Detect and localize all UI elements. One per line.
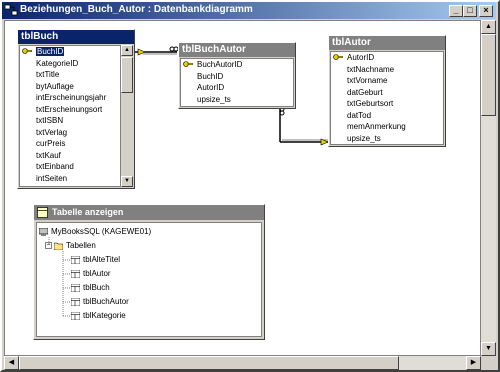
field-row[interactable]: datTod (331, 110, 443, 122)
horizontal-scrollbar[interactable]: ◀ ▶ (4, 356, 481, 370)
window-title: Beziehungen_Buch_Autor : Datenbankdiagra… (20, 4, 253, 15)
maximize-button[interactable]: □ (463, 5, 477, 17)
field-name: upsize_ts (197, 94, 231, 104)
scroll-up-icon[interactable]: ▲ (481, 20, 496, 34)
field-row[interactable]: txtTitle (20, 69, 120, 81)
field-name: memAnmerkung (347, 122, 406, 131)
field-name: BuchID (36, 47, 65, 56)
field-row[interactable]: txtISBN (20, 115, 120, 127)
field-name: datGeburt (347, 87, 383, 97)
field-row[interactable]: BuchID (181, 71, 293, 83)
field-row[interactable]: txtNachname (331, 64, 443, 76)
field-row[interactable]: bytAuflage (20, 81, 120, 93)
horizontal-scroll-thumb[interactable] (19, 356, 399, 370)
diagram-icon (5, 4, 18, 16)
table-tree: MyBooksSQL (KAGEWE01) − Tabellen tblAlteT… (36, 222, 262, 337)
field-name: bytAuflage (36, 81, 74, 91)
field-row[interactable]: memAnmerkung (331, 121, 443, 133)
field-row[interactable]: txtErscheinungsort (20, 104, 120, 116)
show-table-titlebar[interactable]: Tabelle anzeigen (34, 205, 264, 220)
window-titlebar[interactable]: Beziehungen_Buch_Autor : Datenbankdiagra… (2, 2, 496, 19)
field-name: txtVerlag (36, 127, 68, 137)
infinity-icon (169, 46, 175, 52)
scroll-left-icon[interactable]: ◀ (4, 356, 19, 370)
close-button[interactable]: × (479, 5, 493, 17)
field-row[interactable]: KategorieID (20, 58, 120, 70)
field-list-tblautor: AutorID txtNachname txtVorname datGeburt… (330, 51, 444, 145)
field-name: BuchID (197, 71, 224, 81)
field-list-scrollbar[interactable]: ▲ ▼ (121, 45, 133, 187)
field-name: intErscheinungsjahr (36, 93, 107, 102)
field-row[interactable]: txtGeburtsort (331, 98, 443, 110)
field-name: txtTitle (36, 70, 60, 79)
field-row[interactable]: BuchID (20, 46, 120, 58)
field-name: txtEinband (36, 162, 74, 171)
field-name: curPreis (36, 139, 66, 148)
field-row[interactable]: BuchAutorID (181, 59, 293, 71)
maximize-icon: □ (467, 5, 473, 15)
field-row[interactable]: upsize_ts (331, 133, 443, 145)
field-name: txtISBN (36, 116, 64, 125)
vertical-scrollbar[interactable]: ▲ ▼ (481, 20, 496, 356)
table-tblbuchautor[interactable]: tblBuchAutor BuchAutorID BuchID AutorID … (178, 42, 296, 109)
show-table-window[interactable]: Tabelle anzeigen MyBooksSQL (KAGEWE01) −… (33, 204, 265, 340)
field-row[interactable]: txtVorname (331, 75, 443, 87)
table-add-icon (37, 207, 48, 218)
field-row[interactable]: intErscheinungsjahr (20, 92, 120, 104)
field-name: txtGeburtsort (347, 99, 394, 108)
scrollbar-thumb[interactable] (121, 57, 133, 93)
show-table-title: Tabelle anzeigen (52, 207, 124, 217)
table-title-tblautor[interactable]: tblAutor (329, 36, 445, 50)
minimize-icon: _ (453, 5, 459, 15)
tree-lines (48, 237, 70, 317)
field-row[interactable]: datGeburt (331, 87, 443, 99)
table-title-tblbuch[interactable]: tblBuch (18, 30, 134, 44)
field-name: datTod (347, 110, 372, 120)
table-tblautor[interactable]: tblAutor AutorID txtNachname txtVorname … (328, 35, 446, 147)
field-name: txtVorname (347, 76, 388, 85)
field-name: AutorID (347, 53, 375, 62)
scroll-right-icon[interactable]: ▶ (466, 356, 481, 370)
field-name: txtNachname (347, 64, 395, 74)
scroll-up-icon[interactable]: ▲ (121, 45, 133, 56)
primary-key-icon (22, 48, 32, 54)
field-row[interactable]: txtEinband (20, 161, 120, 173)
field-list-tblbuch: BuchID KategorieID txtTitle bytAuflage i… (19, 45, 121, 187)
field-row[interactable]: txtVerlag (20, 127, 120, 139)
field-name: txtKauf (36, 150, 61, 160)
vertical-scroll-thumb[interactable] (481, 34, 496, 116)
field-name: BuchAutorID (197, 60, 243, 69)
table-title-tblbuchautor[interactable]: tblBuchAutor (179, 43, 295, 57)
field-name: intSeiten (36, 173, 68, 183)
field-row[interactable]: txtKauf (20, 150, 120, 162)
scroll-down-icon[interactable]: ▼ (481, 342, 496, 356)
primary-key-icon (333, 54, 343, 60)
field-name: upsize_ts (347, 133, 381, 143)
diagram-canvas[interactable]: tblBuch BuchID KategorieID txtTitle bytA… (4, 20, 481, 356)
minimize-button[interactable]: _ (449, 5, 463, 17)
field-name: txtErscheinungsort (36, 104, 103, 114)
close-icon: × (483, 5, 489, 15)
field-row[interactable]: upsize_ts (181, 94, 293, 106)
field-name: KategorieID (36, 58, 79, 68)
primary-key-icon (183, 61, 193, 67)
table-tblbuch[interactable]: tblBuch BuchID KategorieID txtTitle bytA… (17, 29, 135, 189)
field-row[interactable]: intSeiten (20, 173, 120, 185)
scrollbar-corner (481, 356, 496, 370)
scroll-down-icon[interactable]: ▼ (121, 176, 133, 187)
field-row[interactable]: curPreis (20, 138, 120, 150)
field-name: AutorID (197, 83, 225, 92)
field-row[interactable]: AutorID (331, 52, 443, 64)
field-list-tblbuchautor: BuchAutorID BuchID AutorID upsize_ts (180, 58, 294, 107)
field-row[interactable]: AutorID (181, 82, 293, 94)
